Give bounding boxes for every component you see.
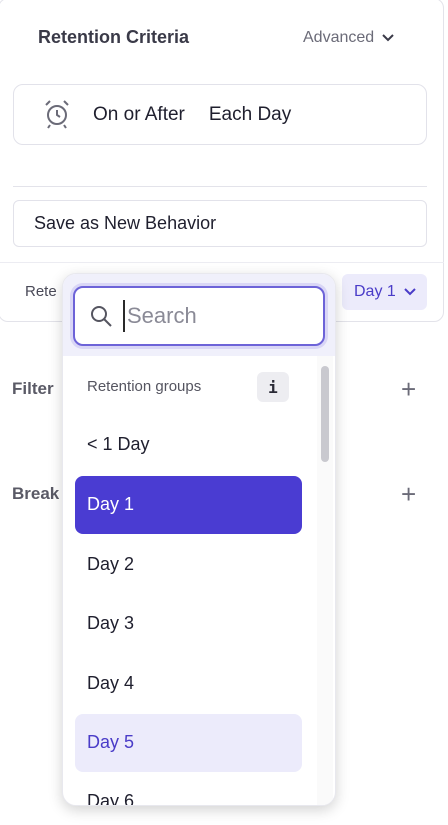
list-item[interactable]: < 1 Day — [75, 416, 302, 474]
retention-groups-dropdown: Retention groups i < 1 Day Day 1 Day 2 D… — [62, 273, 336, 806]
breakdown-label: Break — [12, 484, 60, 503]
criteria-condition[interactable]: On or After — [93, 104, 185, 126]
list-item[interactable]: Day 3 — [75, 595, 302, 653]
list-item[interactable]: Day 6 — [75, 773, 302, 805]
criteria-frequency[interactable]: Each Day — [209, 104, 291, 126]
list-item-hovered[interactable]: Day 5 — [75, 714, 302, 772]
divider — [13, 186, 427, 187]
search-input[interactable] — [123, 300, 313, 332]
page-title: Retention Criteria — [38, 27, 190, 47]
scrollbar-thumb[interactable] — [321, 366, 329, 462]
save-as-new-behavior-button[interactable]: Save as New Behavior — [13, 200, 427, 247]
chevron-down-icon — [404, 285, 416, 299]
retention-groups-header: Retention groups — [87, 378, 202, 395]
chevron-down-icon — [382, 31, 394, 45]
list-item-selected[interactable]: Day 1 — [75, 476, 302, 534]
retention-label: Rete — [25, 283, 57, 300]
list-item[interactable]: Day 4 — [75, 655, 302, 713]
advanced-toggle[interactable]: Advanced — [303, 29, 394, 47]
add-filter-plus-icon[interactable]: + — [401, 376, 416, 402]
add-breakdown-plus-icon[interactable]: + — [401, 481, 416, 507]
search-area — [63, 274, 335, 356]
filter-label: Filter — [12, 379, 54, 398]
search-box[interactable] — [73, 286, 325, 346]
info-icon[interactable]: i — [257, 372, 289, 402]
alarm-clock-icon — [45, 100, 69, 129]
criteria-box[interactable]: On or After Each Day — [13, 84, 427, 145]
list-item[interactable]: Day 2 — [75, 536, 302, 594]
advanced-label: Advanced — [303, 29, 375, 46]
search-icon — [91, 306, 112, 327]
retention-day-select[interactable]: Day 1 — [342, 274, 427, 310]
selected-day-label: Day 1 — [354, 283, 396, 300]
footer-divider — [0, 262, 444, 263]
